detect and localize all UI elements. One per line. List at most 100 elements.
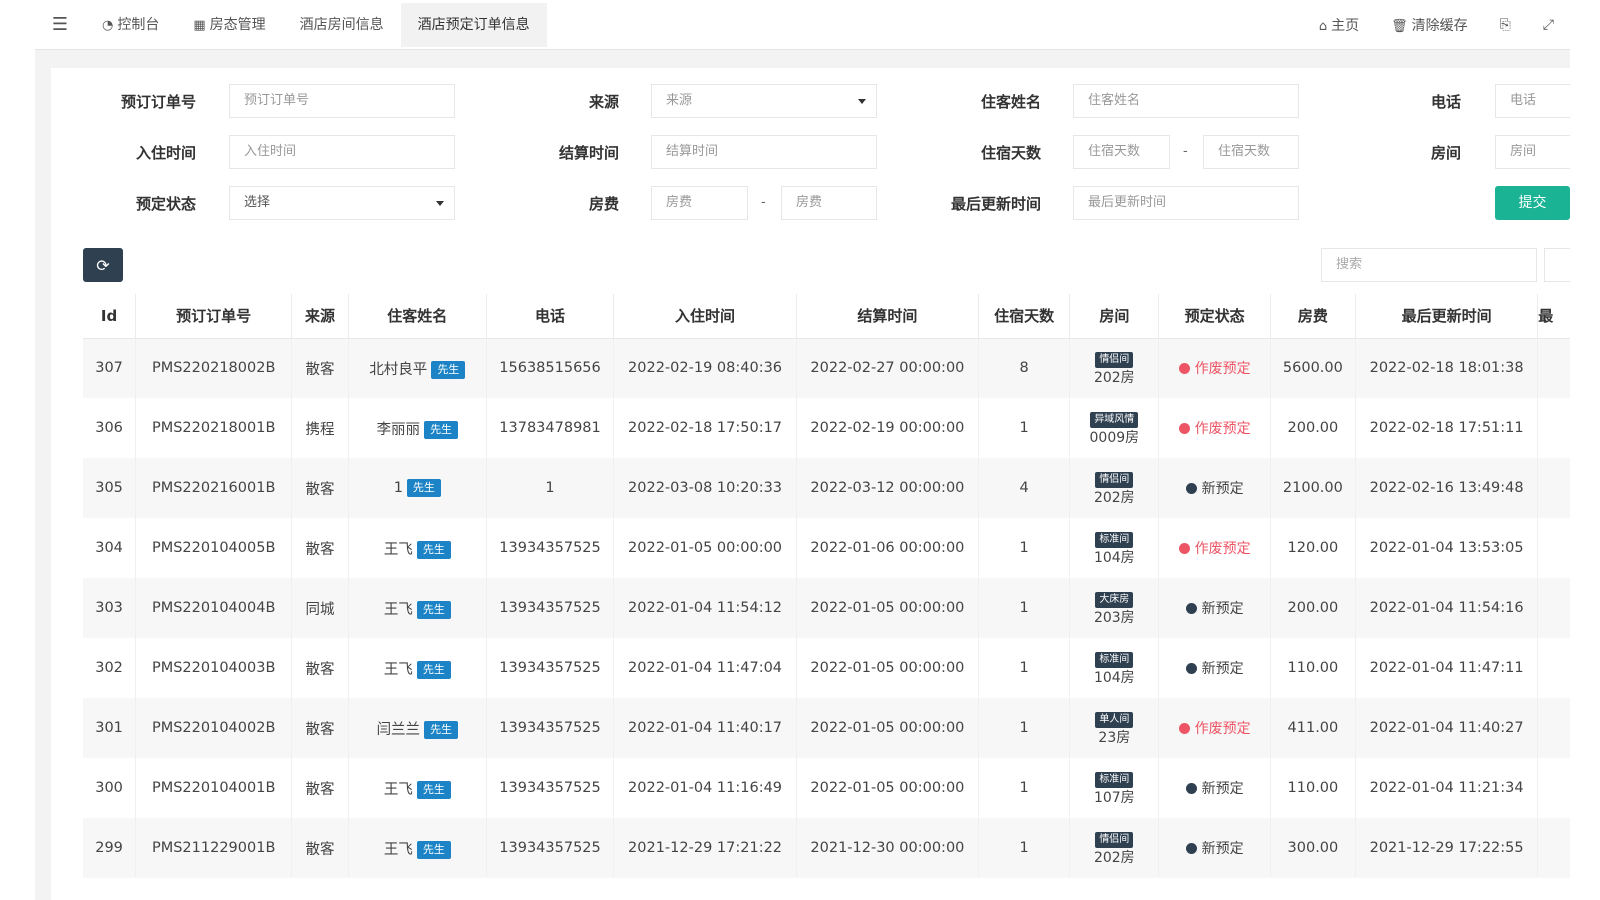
cell-id: 299 [83, 818, 137, 878]
fullscreen-icon[interactable]: ⤢ [1527, 17, 1570, 33]
table-row[interactable]: 307 PMS220218002B 散客 北村良平 先生 15638515656 2022-… [83, 338, 1570, 398]
home-icon: ⌂ [1318, 18, 1328, 34]
fee-to-input[interactable]: 房费 [781, 186, 877, 220]
cell-id: 306 [83, 398, 137, 458]
room-number: 202房 [1093, 849, 1135, 866]
cell-order-no: PMS220218001B [135, 398, 293, 458]
status-label: 预定状态 [135, 195, 196, 213]
cell-fee: 110.00 [1270, 758, 1356, 818]
table-row[interactable]: 305 PMS220216001B 散客 1 先生 1 2022-03-08 10:20:3… [83, 458, 1570, 518]
cell-order-no: PMS211229001B [135, 818, 293, 878]
home-link[interactable]: ⌂ 主页 [1303, 15, 1375, 35]
table-row[interactable]: 303 PMS220104004B 同城 王飞 先生 13934357525 2022-01… [83, 578, 1570, 638]
col-id[interactable]: Id [83, 294, 137, 339]
days-from-input[interactable]: 住宿天数 [1073, 135, 1170, 169]
guest-name: 北村良平 [369, 361, 428, 378]
table-row[interactable]: 306 PMS220218001B 携程 李丽丽 先生 13783478981 2022-0… [83, 398, 1570, 458]
cell-fee: 200.00 [1270, 398, 1356, 458]
room-input[interactable]: 房间 [1495, 135, 1570, 169]
status-dot-icon [1185, 842, 1197, 854]
cell-updated: 2022-01-04 13:53:05 [1355, 518, 1539, 578]
col-updated[interactable]: 最后更新时间 [1355, 294, 1539, 339]
tab-room-status[interactable]: ▦ 房态管理 [176, 3, 282, 47]
table-row[interactable]: 301 PMS220104002B 散客 闫兰兰 先生 13934357525 2022-0… [83, 698, 1570, 758]
cell-guest-name: 闫兰兰 先生 [348, 698, 487, 758]
updated-input[interactable]: 最后更新时间 [1073, 186, 1299, 220]
guest-name: 李丽丽 [376, 421, 421, 438]
refresh-button[interactable]: ⟳ [83, 248, 123, 282]
room-number: 107房 [1093, 789, 1135, 806]
cell-checkin: 2021-12-29 17:21:22 [613, 818, 797, 878]
col-fee[interactable]: 房费 [1270, 294, 1356, 339]
col-status[interactable]: 预定状态 [1158, 294, 1271, 339]
room-number: 23房 [1098, 729, 1131, 746]
col-phone[interactable]: 电话 [486, 294, 615, 339]
cell-fee: 120.00 [1270, 518, 1356, 578]
phone-label: 电话 [1430, 93, 1461, 111]
status-badge: 新预定 [1185, 478, 1244, 498]
room-number: 0009房 [1089, 429, 1140, 446]
cell-status: 新预定 [1158, 818, 1271, 878]
cell-id: 305 [83, 458, 137, 518]
status-label: 作废预定 [1194, 421, 1251, 437]
col-room[interactable]: 房间 [1069, 294, 1160, 339]
gender-badge: 先生 [416, 660, 451, 679]
col-guest-name[interactable]: 住客姓名 [348, 294, 487, 339]
room-type-badge: 标准间 [1095, 771, 1134, 788]
cell-checkout: 2022-01-05 00:00:00 [796, 758, 980, 818]
copy-icon[interactable]: ⎘ [1484, 17, 1527, 33]
cell-status: 作废预定 [1158, 698, 1271, 758]
cell-days: 1 [978, 698, 1071, 758]
phone-input[interactable]: 电话 [1495, 84, 1570, 118]
status-dot-icon [1185, 602, 1197, 614]
order-no-input[interactable]: 预订订单号 [229, 84, 455, 118]
checkout-input[interactable]: 结算时间 [651, 135, 877, 169]
order-no-label: 预订订单号 [120, 93, 196, 111]
status-badge: 作废预定 [1178, 718, 1251, 738]
toolbar-extra-button[interactable] [1544, 248, 1570, 282]
col-more[interactable]: 最 [1537, 294, 1570, 339]
room-info: 情侣间 202房 [1094, 352, 1135, 386]
table-row[interactable]: 304 PMS220104005B 散客 王飞 先生 13934357525 2022-01… [83, 518, 1570, 578]
table-row[interactable]: 299 PMS211229001B 散客 王飞 先生 13934357525 2021-12… [83, 818, 1570, 878]
form-row-2: 入住时间 入住时间 结算时间 结算时间 住宿天数 住宿天数 - 住宿天数 房间 … [51, 135, 1570, 171]
col-checkin[interactable]: 入住时间 [613, 294, 797, 339]
cell-room: 标准间 104房 [1069, 638, 1160, 698]
cell-status: 新预定 [1158, 758, 1271, 818]
checkin-input[interactable]: 入住时间 [229, 135, 455, 169]
cell-fee: 411.00 [1270, 698, 1356, 758]
cell-id: 303 [83, 578, 137, 638]
col-days[interactable]: 住宿天数 [978, 294, 1071, 339]
fee-from-input[interactable]: 房费 [651, 186, 748, 220]
col-order-no[interactable]: 预订订单号 [135, 294, 293, 339]
refresh-icon: ⟳ [96, 255, 110, 275]
menu-toggle-icon[interactable]: ☰ [35, 3, 85, 47]
days-to-input[interactable]: 住宿天数 [1203, 135, 1299, 169]
tab-booking-orders[interactable]: 酒店预定订单信息 [400, 2, 547, 47]
cell-updated: 2022-01-04 11:40:27 [1355, 698, 1539, 758]
guest-name-input[interactable]: 住客姓名 [1073, 84, 1299, 118]
cell-guest-name: 王飞 先生 [348, 578, 487, 638]
table-row[interactable]: 300 PMS220104001B 散客 王飞 先生 13934357525 2022-01… [83, 758, 1570, 818]
content-area: 预订订单号 预订订单号 来源 来源 住客姓名 住客姓名 电话 电话 入住时间 入… [35, 50, 1570, 900]
col-checkout[interactable]: 结算时间 [796, 294, 980, 339]
cell-more [1537, 578, 1570, 638]
clear-cache-link[interactable]: 🗑 清除缓存 [1375, 15, 1484, 35]
cell-checkin: 2022-02-18 17:50:17 [613, 398, 797, 458]
table-search-input[interactable]: 搜索 [1321, 248, 1537, 282]
tab-room-info[interactable]: 酒店房间信息 [283, 3, 401, 47]
status-select[interactable]: 选择 [229, 186, 455, 220]
source-select[interactable]: 来源 [651, 84, 877, 118]
tab-dashboard[interactable]: ◔ 控制台 [85, 3, 176, 47]
cell-checkout: 2021-12-30 00:00:00 [796, 818, 980, 878]
col-source[interactable]: 来源 [291, 294, 349, 339]
status-label: 新预定 [1201, 781, 1244, 797]
status-dot-icon [1178, 722, 1190, 734]
status-label: 新预定 [1201, 841, 1244, 857]
submit-button[interactable]: 提交 [1495, 186, 1570, 220]
table-row[interactable]: 302 PMS220104003B 散客 王飞 先生 13934357525 2022-01… [83, 638, 1570, 698]
gender-badge: 先生 [416, 780, 451, 799]
room-type-badge: 大床房 [1095, 591, 1134, 608]
status-dot-icon [1185, 782, 1197, 794]
status-dot-icon [1185, 482, 1197, 494]
